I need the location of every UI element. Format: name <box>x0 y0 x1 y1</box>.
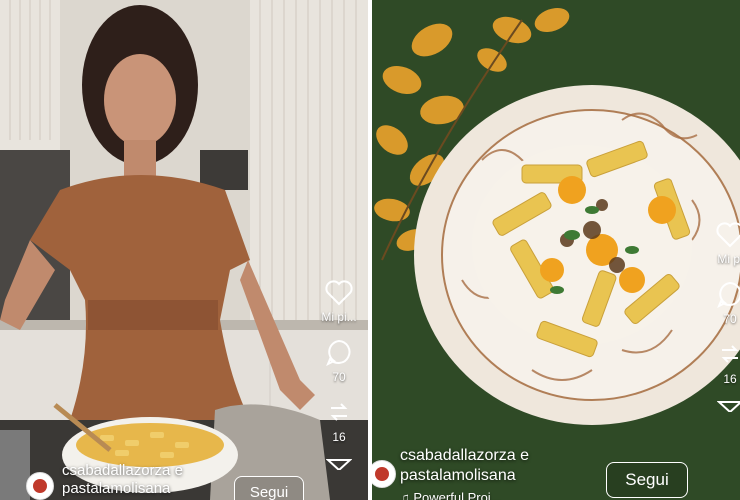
music-note-icon: ♫ <box>400 490 414 500</box>
author-line-2: pastalamolisana <box>62 480 171 497</box>
author-caption[interactable]: csabadallazorza e pastalamolisana <box>62 462 183 498</box>
audio-track-label[interactable]: ♫ Powerful Proj... <box>400 490 502 500</box>
comment-count: 70 <box>723 312 737 326</box>
author-avatar[interactable] <box>26 472 54 500</box>
comment-count: 70 <box>332 370 346 384</box>
share-icon[interactable] <box>325 398 353 426</box>
reel-left[interactable]: Mi pi... 70 16 csabadallazorza e pastala… <box>0 0 368 500</box>
send-icon[interactable] <box>326 458 352 470</box>
share-icon[interactable] <box>716 340 740 368</box>
share-count: 16 <box>723 372 737 386</box>
author-caption[interactable]: csabadallazorza e pastalamolisana <box>400 446 529 486</box>
follow-button[interactable]: Segui <box>606 462 688 498</box>
author-line-1: csabadallazorza e <box>400 447 529 464</box>
heart-icon[interactable] <box>716 222 740 248</box>
like-label: Mi pi... <box>321 310 357 324</box>
reel-right[interactable]: Mi pi 70 16 csabadallazorza e pastalamol… <box>372 0 740 500</box>
author-line-1: csabadallazorza e <box>62 462 183 479</box>
reel-right-action-rail: Mi pi 70 16 <box>710 222 740 412</box>
comment-icon[interactable] <box>716 280 740 308</box>
avatar-logo-icon <box>33 479 47 493</box>
share-count: 16 <box>332 430 346 444</box>
avatar-logo-icon <box>375 467 389 481</box>
like-label: Mi pi <box>717 252 740 266</box>
reel-left-video-frame <box>0 0 368 500</box>
follow-button[interactable]: Segui <box>234 476 304 500</box>
reel-left-action-rail: Mi pi... 70 16 <box>315 280 363 470</box>
send-icon[interactable] <box>717 400 740 412</box>
heart-icon[interactable] <box>325 280 353 306</box>
reel-right-video-frame <box>372 0 740 500</box>
comment-icon[interactable] <box>325 338 353 366</box>
author-line-2: pastalamolisana <box>400 467 516 484</box>
